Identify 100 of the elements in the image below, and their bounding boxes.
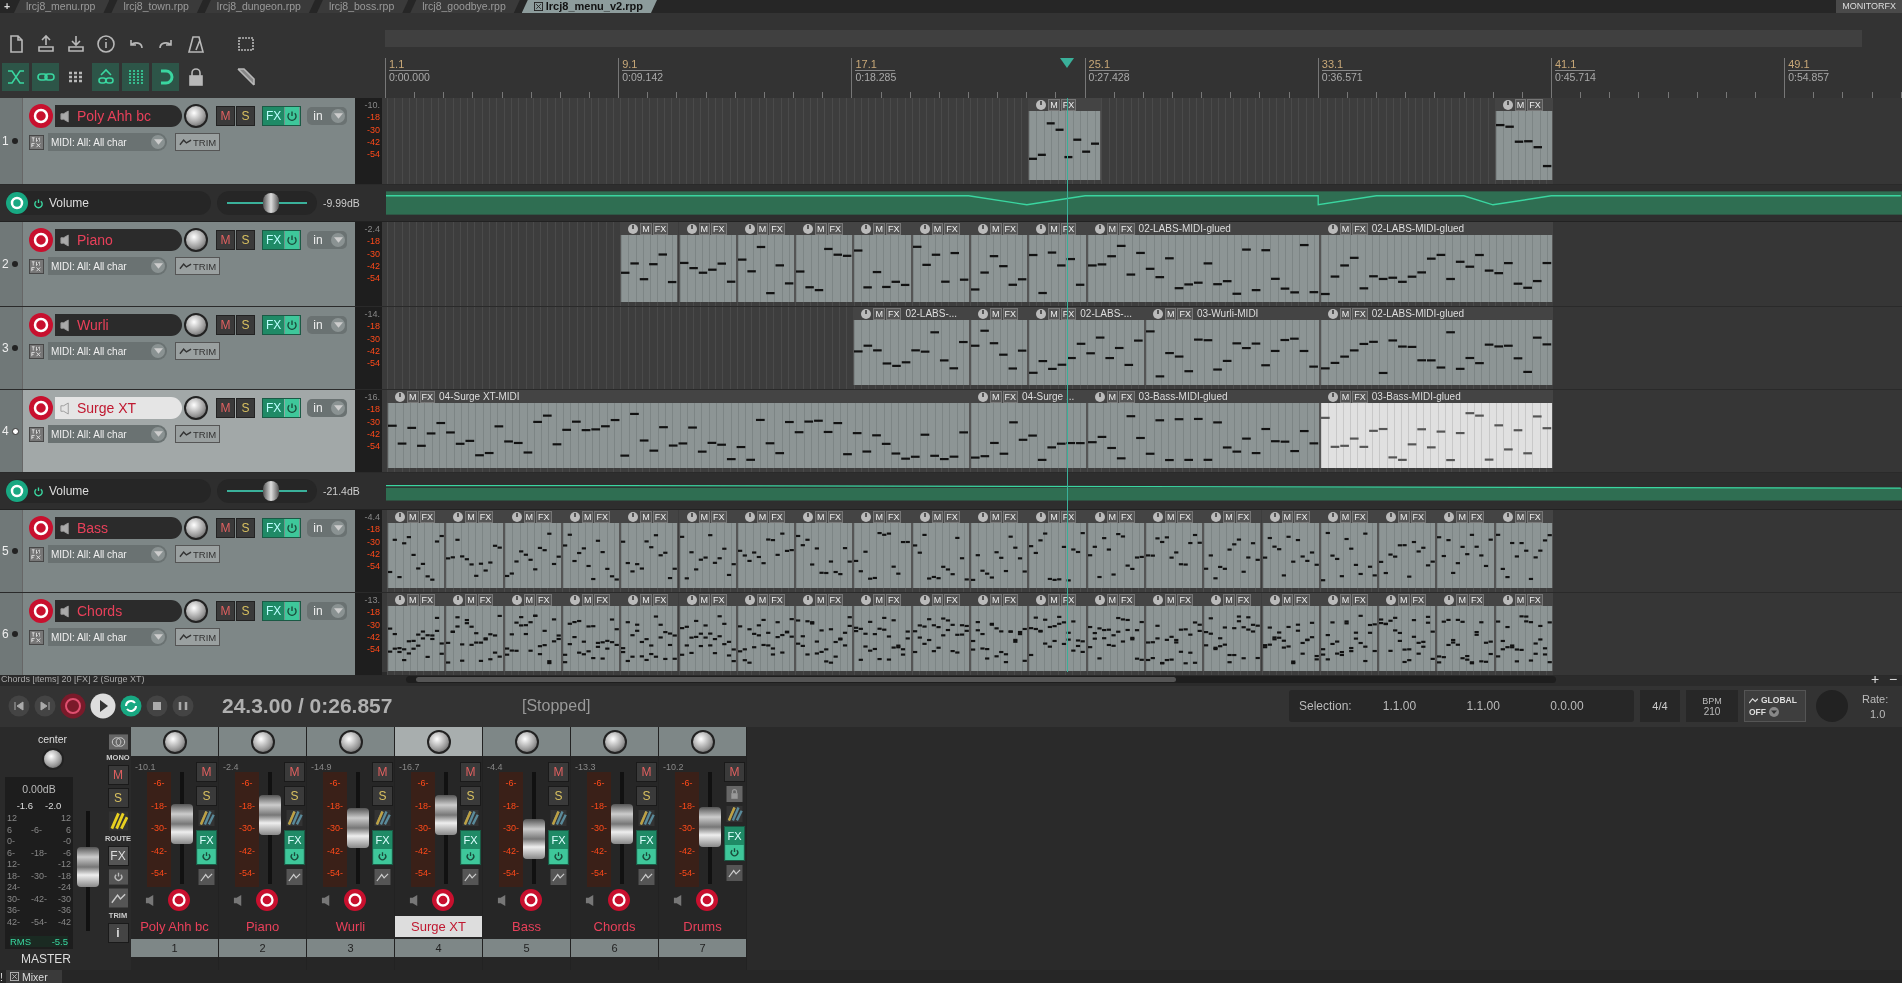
power-icon[interactable] (284, 519, 301, 538)
envelope-icon[interactable] (108, 888, 128, 908)
item-fx-button[interactable]: FX (1177, 510, 1193, 523)
dial-icon[interactable] (686, 594, 697, 605)
item-mute-button[interactable]: M (1106, 510, 1119, 523)
midi-item[interactable] (1203, 606, 1262, 672)
dial-icon[interactable] (978, 308, 988, 319)
midi-input-dropdown[interactable]: MIDI: All: All char (48, 342, 167, 361)
track-header[interactable]: 1 Poly Ahh bc M S FX in MIDI: All: All char TRIM (0, 98, 355, 185)
item-mute-button[interactable]: M (1048, 510, 1060, 523)
item-fx-button[interactable]: FX (477, 593, 494, 606)
track-name-field[interactable]: Surge XT (55, 397, 182, 420)
midi-item[interactable] (1319, 320, 1553, 386)
item-fx-button[interactable]: FX (1119, 390, 1135, 403)
item-mute-button[interactable]: M (640, 222, 652, 235)
item-mute-button[interactable]: M (873, 222, 885, 235)
midi-item[interactable] (1319, 606, 1379, 672)
item-fx-button[interactable]: FX (1235, 510, 1252, 523)
input-dropdown[interactable]: in (307, 107, 348, 126)
power-icon[interactable] (284, 231, 301, 250)
item-mute-button[interactable]: M (1223, 510, 1235, 523)
channel-name[interactable]: Piano (219, 916, 306, 937)
item-mute-button[interactable]: M (1339, 222, 1352, 235)
item-mute-button[interactable]: M (581, 593, 594, 606)
midi-item[interactable] (1144, 523, 1204, 589)
item-mute-button[interactable]: M (1164, 510, 1177, 523)
fader-thumb[interactable] (611, 804, 633, 845)
dial-icon[interactable] (1386, 511, 1397, 522)
power-icon[interactable] (284, 316, 301, 335)
midi-item[interactable] (736, 235, 796, 303)
fx-button[interactable]: FX (263, 107, 285, 126)
item-mute-button[interactable]: M (931, 593, 944, 606)
dial-icon[interactable] (919, 511, 930, 522)
item-mute-button[interactable]: M (523, 593, 536, 606)
item-mute-button[interactable]: M (1514, 98, 1527, 111)
power-icon[interactable] (33, 197, 44, 209)
lines-tool-button[interactable] (122, 63, 149, 91)
project-tab[interactable]: lrcj8_boss.rpp (316, 0, 409, 13)
item-mute-button[interactable]: M (1398, 510, 1410, 523)
dial-icon[interactable] (1152, 511, 1163, 522)
dial-icon[interactable] (919, 223, 930, 234)
dial-icon[interactable] (686, 223, 697, 234)
item-fx-button[interactable]: FX (1527, 98, 1543, 111)
midi-item[interactable] (1203, 523, 1262, 589)
input-fx-icon[interactable] (29, 258, 44, 274)
dial-icon[interactable] (744, 511, 755, 522)
item-mute-button[interactable]: M (523, 510, 536, 523)
item-fx-button[interactable]: FX (419, 390, 435, 403)
slider-thumb[interactable] (263, 193, 279, 214)
dial-icon[interactable] (1211, 594, 1222, 605)
midi-item[interactable] (1144, 606, 1204, 672)
midi-item[interactable] (795, 235, 854, 303)
global-automation-button[interactable]: GLOBAL OFF (1744, 690, 1806, 723)
routing-icon[interactable] (725, 806, 744, 822)
play-icon[interactable] (90, 693, 116, 720)
fx-button[interactable]: FX (107, 846, 129, 866)
track-header[interactable]: 5 Bass M S FX in MIDI: All: All char TRIM (0, 510, 355, 593)
channel-name[interactable]: Chords (571, 916, 658, 937)
dial-icon[interactable] (569, 511, 580, 522)
item-fx-button[interactable]: FX (1002, 510, 1018, 523)
dial-icon[interactable] (978, 223, 988, 234)
dial-icon[interactable] (1094, 594, 1105, 605)
fx-button[interactable]: FX (725, 827, 744, 845)
dial-icon[interactable] (803, 511, 814, 522)
input-dropdown[interactable]: in (307, 602, 348, 621)
item-fx-button[interactable]: FX (885, 510, 902, 523)
midi-item[interactable] (387, 523, 446, 589)
midi-item[interactable] (1436, 523, 1495, 589)
midi-item[interactable] (561, 606, 621, 672)
midi-item[interactable] (970, 403, 1087, 469)
item-mute-button[interactable]: M (1164, 593, 1177, 606)
stop-icon[interactable] (146, 695, 168, 718)
record-arm-icon[interactable] (168, 889, 190, 911)
item-fx-button[interactable]: FX (1352, 390, 1368, 403)
dial-icon[interactable] (1327, 391, 1338, 402)
fader-thumb[interactable] (523, 818, 545, 859)
record-arm-icon[interactable] (29, 516, 53, 541)
item-fx-button[interactable]: FX (1177, 593, 1193, 606)
solo-button[interactable]: S (236, 601, 255, 622)
input-fx-icon[interactable] (29, 343, 44, 359)
item-mute-button[interactable]: M (873, 593, 885, 606)
record-arm-icon[interactable] (29, 104, 53, 129)
midi-item[interactable] (1494, 523, 1553, 589)
midi-item[interactable] (970, 235, 1029, 303)
project-tab[interactable]: lrcj8_town.rpp (111, 0, 203, 13)
input-fx-icon[interactable] (29, 426, 44, 442)
midi-item[interactable] (445, 523, 504, 589)
dial-icon[interactable] (861, 223, 872, 234)
midi-item[interactable] (1086, 403, 1320, 469)
item-mute-button[interactable]: M (407, 593, 419, 606)
channel-name[interactable]: Surge XT (395, 916, 482, 937)
info-button[interactable]: i (107, 923, 129, 943)
item-mute-button[interactable]: M (1106, 593, 1119, 606)
speaker-icon[interactable] (233, 893, 244, 907)
dial-icon[interactable] (1502, 594, 1513, 605)
pan-knob[interactable] (184, 228, 208, 253)
channel-name[interactable]: Wurli (307, 916, 394, 937)
routing-icon[interactable] (549, 810, 568, 826)
crossfade-tool-button[interactable] (2, 63, 29, 91)
input-dropdown[interactable]: in (307, 519, 348, 538)
